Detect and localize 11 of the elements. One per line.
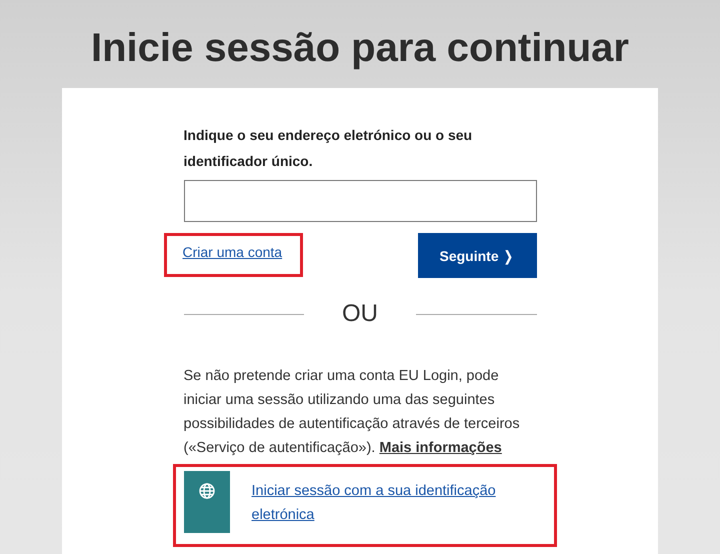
next-button[interactable]: Seguinte ❭ xyxy=(418,233,536,278)
field-label: Indique o seu endereço eletrónico ou o seu identificador único. xyxy=(184,126,474,171)
provider-tile[interactable] xyxy=(184,471,230,533)
create-account-link[interactable]: Criar uma conta xyxy=(182,244,282,260)
info-paragraph: Se não pretende criar uma conta EU Login, pode iniciar uma sessão utilizando uma das seguintes possibilidades de autentificação através de terceiros («Serviço de autentificação»). Mais informações xyxy=(184,367,521,458)
page-heading: Inicie sessão para continuar xyxy=(91,25,629,72)
eid-login-link[interactable]: Iniciar sessão com a sua identificação eletrónica xyxy=(252,479,538,527)
email-input-field[interactable] xyxy=(184,180,536,222)
globe-icon xyxy=(198,483,214,499)
more-info-link[interactable]: Mais informações xyxy=(379,440,502,456)
separator-text: OU xyxy=(341,300,379,328)
